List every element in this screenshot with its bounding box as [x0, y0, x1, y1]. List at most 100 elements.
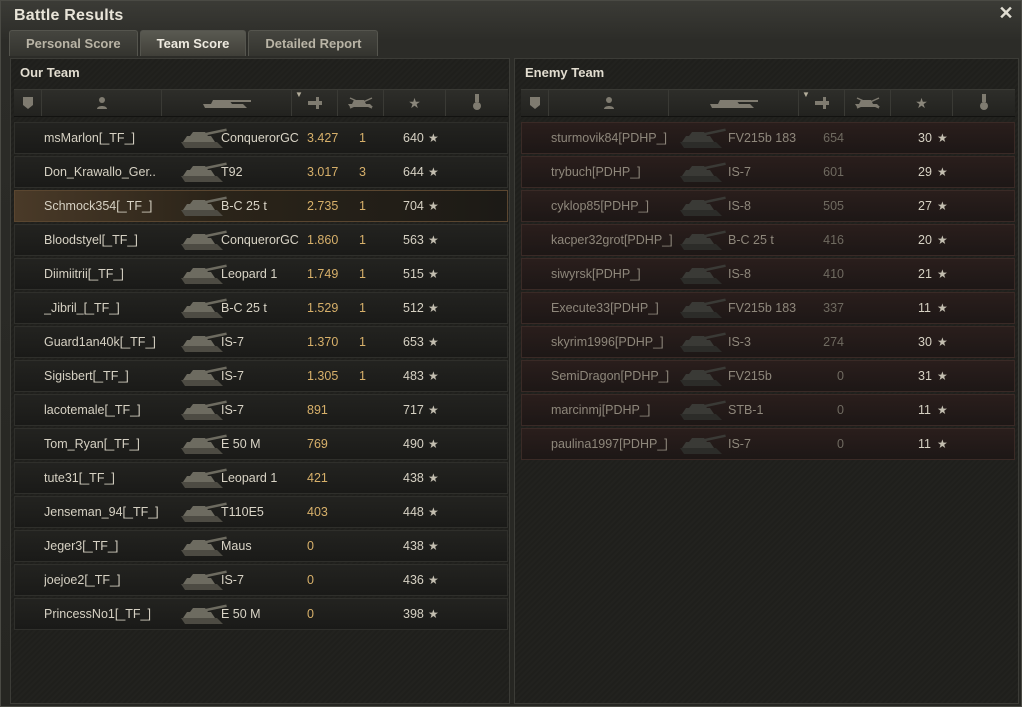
tank-name: T92	[221, 165, 243, 179]
player-row[interactable]: trybuch[PDHP_] IS-7 601 29 ★	[521, 156, 1015, 188]
tab-team-score[interactable]: Team Score	[139, 30, 247, 56]
battle-results-window: Battle Results ✕ Personal Score Team Sco…	[0, 0, 1022, 707]
tank-name: T110E5	[221, 505, 264, 519]
damage-value: 337	[823, 301, 844, 315]
xp-star-icon: ★	[937, 335, 948, 349]
xp-star-icon: ★	[937, 369, 948, 383]
platoon-column-header[interactable]	[14, 90, 42, 116]
damage-value: 0	[307, 607, 314, 621]
player-row[interactable]: cyklop85[PDHP_] IS-8 505 27 ★	[521, 190, 1015, 222]
player-icon	[96, 97, 107, 109]
xp-star-icon: ★	[428, 573, 439, 587]
player-row[interactable]: skyrim1996[PDHP_] IS-3 274 30 ★	[521, 326, 1015, 358]
tab-personal-score[interactable]: Personal Score	[9, 30, 138, 56]
tank-name: IS-7	[221, 335, 244, 349]
damage-value: 3.427	[307, 131, 339, 145]
tank-name: B-C 25 t	[728, 233, 774, 247]
tank-image	[676, 294, 728, 322]
tank-column-header[interactable]	[162, 90, 292, 116]
medal-column-header[interactable]	[446, 90, 508, 116]
tank-image	[676, 430, 728, 458]
player-row[interactable]: Sigisbert[_TF_] IS-7 1.305 1 483 ★	[14, 360, 508, 392]
player-name: sturmovik84[PDHP_]	[551, 131, 668, 145]
player-row[interactable]: SemiDragon[PDHP_] FV215b 0 31 ★	[521, 360, 1015, 392]
player-row[interactable]: msMarlon[_TF_] ConquerorGC 3.427 1 640 ★	[14, 122, 508, 154]
tank-name: Leopard 1	[221, 267, 278, 281]
player-row[interactable]: _Jibril_[_TF_] B-C 25 t 1.529 1 512 ★	[14, 292, 508, 324]
tank-image	[676, 226, 728, 254]
player-row[interactable]: Jenseman_94[_TF_] T110E5 403 448 ★	[14, 496, 508, 528]
player-name: cyklop85[PDHP_]	[551, 199, 649, 213]
xp-value: 30	[918, 335, 932, 349]
damage-column-header[interactable]: ▼	[292, 90, 338, 116]
damage-value: 274	[823, 335, 844, 349]
player-name: Diimiitrii[_TF_]	[44, 267, 124, 281]
xp-star-icon: ★	[428, 505, 439, 519]
tank-name: STB-1	[728, 403, 764, 417]
kills-column-header[interactable]	[338, 90, 384, 116]
damage-value: 410	[823, 267, 844, 281]
player-column-header[interactable]	[42, 90, 162, 116]
kills-column-header[interactable]	[845, 90, 891, 116]
xp-value: 563	[403, 233, 424, 247]
player-row[interactable]: Jeger3[_TF_] Maus 0 438 ★	[14, 530, 508, 562]
xp-star-icon: ★	[428, 335, 439, 349]
xp-star-icon: ★	[428, 199, 439, 213]
tab-detailed-report[interactable]: Detailed Report	[248, 30, 379, 56]
player-row[interactable]: Schmock354[_TF_] B-C 25 t 2.735 1 704 ★	[14, 190, 508, 222]
tank-image	[676, 328, 728, 356]
damage-value: 0	[837, 369, 844, 383]
medal-icon	[473, 94, 481, 110]
player-row[interactable]: lacotemale[_TF_] IS-7 891 717 ★	[14, 394, 508, 426]
damage-value: 2.735	[307, 199, 339, 213]
player-name: trybuch[PDHP_]	[551, 165, 641, 179]
player-row[interactable]: Guard1an40k[_TF_] IS-7 1.370 1 653 ★	[14, 326, 508, 358]
damage-value: 1.529	[307, 301, 339, 315]
tank-name: Leopard 1	[221, 471, 278, 485]
xp-column-header[interactable]: ★	[891, 90, 953, 116]
player-row[interactable]: Tom_Ryan[_TF_] E 50 M 769 490 ★	[14, 428, 508, 460]
tank-image	[676, 124, 728, 152]
close-icon[interactable]: ✕	[997, 4, 1015, 22]
player-row[interactable]: PrincessNo1[_TF_] E 50 M 0 398 ★	[14, 598, 508, 630]
tank-name: IS-7	[221, 573, 244, 587]
tank-name: FV215b 183	[728, 301, 797, 315]
damage-column-header[interactable]: ▼	[799, 90, 845, 116]
player-name: Jenseman_94[_TF_]	[44, 505, 159, 519]
xp-star-icon: ★	[428, 539, 439, 553]
damage-value: 601	[823, 165, 844, 179]
xp-value: 515	[403, 267, 424, 281]
player-row[interactable]: Bloodstyel[_TF_] ConquerorGC 1.860 1 563 ★	[14, 224, 508, 256]
medal-icon	[980, 94, 988, 110]
tank-name: Maus	[221, 539, 252, 553]
player-row[interactable]: sturmovik84[PDHP_] FV215b 183 654 30 ★	[521, 122, 1015, 154]
damage-value: 416	[823, 233, 844, 247]
platoon-column-header[interactable]	[521, 90, 549, 116]
player-name: Sigisbert[_TF_]	[44, 369, 129, 383]
player-row[interactable]: Diimiitrii[_TF_] Leopard 1 1.749 1 515 ★	[14, 258, 508, 290]
damage-value: 1.749	[307, 267, 339, 281]
enemy-team-title: Enemy Team	[525, 65, 605, 80]
player-row[interactable]: joejoe2[_TF_] IS-7 0 436 ★	[14, 564, 508, 596]
kills-icon	[347, 97, 373, 109]
xp-star-icon: ★	[428, 165, 439, 179]
enemy-team-list: sturmovik84[PDHP_] FV215b 183 654 30 ★ trybuc…	[521, 122, 1015, 462]
player-row[interactable]: marcinmj[PDHP_] STB-1 0 11 ★	[521, 394, 1015, 426]
tank-column-header[interactable]	[669, 90, 799, 116]
xp-value: 21	[918, 267, 932, 281]
player-row[interactable]: Execute33[PDHP_] FV215b 183 337 11 ★	[521, 292, 1015, 324]
player-column-header[interactable]	[549, 90, 669, 116]
tank-name: ConquerorGC	[221, 131, 299, 145]
player-row[interactable]: siwyrsk[PDHP_] IS-8 410 21 ★	[521, 258, 1015, 290]
player-name: Bloodstyel[_TF_]	[44, 233, 138, 247]
xp-star-icon: ★	[428, 403, 439, 417]
player-row[interactable]: kacper32grot[PDHP_] B-C 25 t 416 20 ★	[521, 224, 1015, 256]
player-row[interactable]: tute31[_TF_] Leopard 1 421 438 ★	[14, 462, 508, 494]
player-row[interactable]: Don_Krawallo_Ger.. T92 3.017 3 644 ★	[14, 156, 508, 188]
xp-column-header[interactable]: ★	[384, 90, 446, 116]
medal-column-header[interactable]	[953, 90, 1015, 116]
tank-icon	[709, 100, 758, 108]
player-name: msMarlon[_TF_]	[44, 131, 135, 145]
player-name: Don_Krawallo_Ger..	[44, 165, 156, 179]
player-row[interactable]: paulina1997[PDHP_] IS-7 0 11 ★	[521, 428, 1015, 460]
